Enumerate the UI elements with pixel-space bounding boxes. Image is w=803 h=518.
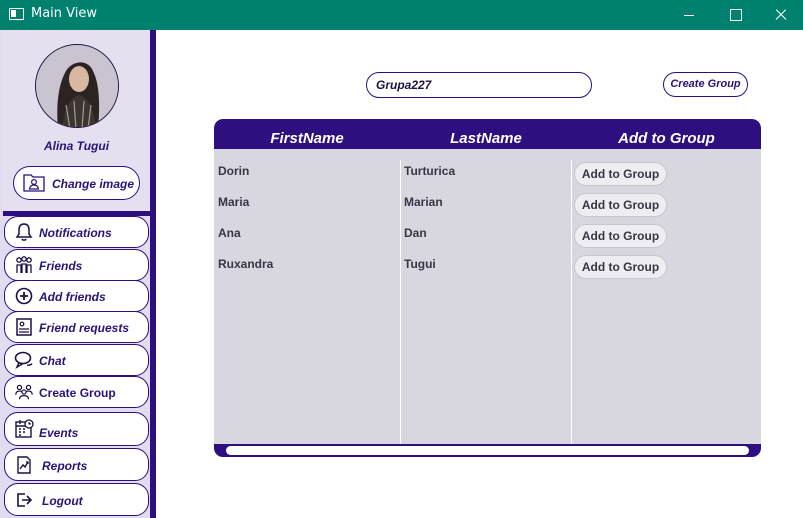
nav-item-add-friends[interactable]: Add friends: [4, 280, 149, 312]
group-name-input[interactable]: Grupa227: [366, 72, 592, 98]
window-title: Main View: [31, 6, 98, 21]
cell-firstname: Ruxandra: [218, 257, 274, 271]
bell-icon: [15, 223, 33, 241]
cell-lastname: Turturica: [404, 164, 456, 178]
nav-label-logout: Logout: [42, 494, 83, 508]
add-to-group-button[interactable]: Add to Group: [574, 162, 667, 186]
group-icon: [15, 384, 33, 400]
nav-label-notifications: Notifications: [39, 226, 112, 240]
change-image-label: Change image: [52, 177, 135, 191]
cell-lastname: Dan: [404, 226, 427, 240]
table-header: FirstName LastName Add to Group: [214, 119, 761, 149]
nav-label-friends: Friends: [39, 259, 83, 273]
nav-item-notifications[interactable]: Notifications: [4, 216, 149, 248]
nav-item-friends[interactable]: Friends: [4, 249, 149, 281]
scrollbar-thumb[interactable]: [226, 446, 749, 455]
add-to-group-button[interactable]: Add to Group: [574, 224, 667, 248]
user-name: Alina Tugui: [43, 139, 110, 153]
nav-label-chat: Chat: [39, 354, 66, 368]
column-header-firstname[interactable]: FirstName: [214, 130, 400, 147]
nav-label-friend-requests: Friend requests: [39, 321, 130, 335]
horizontal-scrollbar[interactable]: [214, 444, 761, 457]
cell-firstname: Dorin: [218, 164, 250, 178]
nav-label-events: Events: [39, 426, 79, 440]
column-header-add-to-group[interactable]: Add to Group: [572, 130, 761, 147]
cell-firstname: Maria: [218, 195, 250, 209]
nav-item-logout[interactable]: Logout: [4, 483, 149, 516]
app-window-icon: [9, 8, 24, 20]
nav-item-create-group[interactable]: Create Group: [4, 376, 149, 408]
avatar: [35, 44, 119, 128]
minimize-button[interactable]: [666, 0, 712, 30]
change-image-button[interactable]: Change image: [13, 166, 140, 200]
nav-item-reports[interactable]: Reports: [4, 448, 149, 481]
sidebar-divider: [150, 30, 156, 518]
request-document-icon: [16, 318, 32, 336]
nav-label-add-friends: Add friends: [39, 290, 106, 304]
column-header-lastname[interactable]: LastName: [400, 130, 572, 147]
folder-user-icon: [23, 174, 45, 192]
cell-lastname: Tugui: [404, 257, 436, 271]
friends-icon: [16, 256, 32, 273]
report-chart-icon: [17, 456, 31, 474]
chat-bubble-icon: [14, 351, 33, 369]
nav-item-friend-requests[interactable]: Friend requests: [4, 311, 149, 343]
close-button[interactable]: [758, 0, 803, 30]
nav-label-reports: Reports: [42, 459, 88, 473]
nav-item-events[interactable]: Events: [4, 412, 149, 446]
column-separator: [571, 160, 572, 444]
friends-table: FirstName LastName Add to Group Dorin Tu…: [214, 119, 761, 457]
title-bar: Main View: [0, 0, 803, 30]
add-to-group-button[interactable]: Add to Group: [574, 255, 667, 279]
calendar-clock-icon: [15, 419, 34, 438]
maximize-button[interactable]: [712, 0, 758, 30]
create-group-button[interactable]: Create Group: [663, 72, 748, 97]
nav-item-chat[interactable]: Chat: [4, 344, 149, 376]
nav-label-create-group: Create Group: [39, 386, 116, 400]
plus-circle-icon: [15, 287, 33, 305]
cell-lastname: Marian: [404, 195, 443, 209]
cell-firstname: Ana: [218, 226, 241, 240]
column-separator: [400, 160, 401, 444]
logout-icon: [17, 493, 33, 507]
add-to-group-button[interactable]: Add to Group: [574, 193, 667, 217]
